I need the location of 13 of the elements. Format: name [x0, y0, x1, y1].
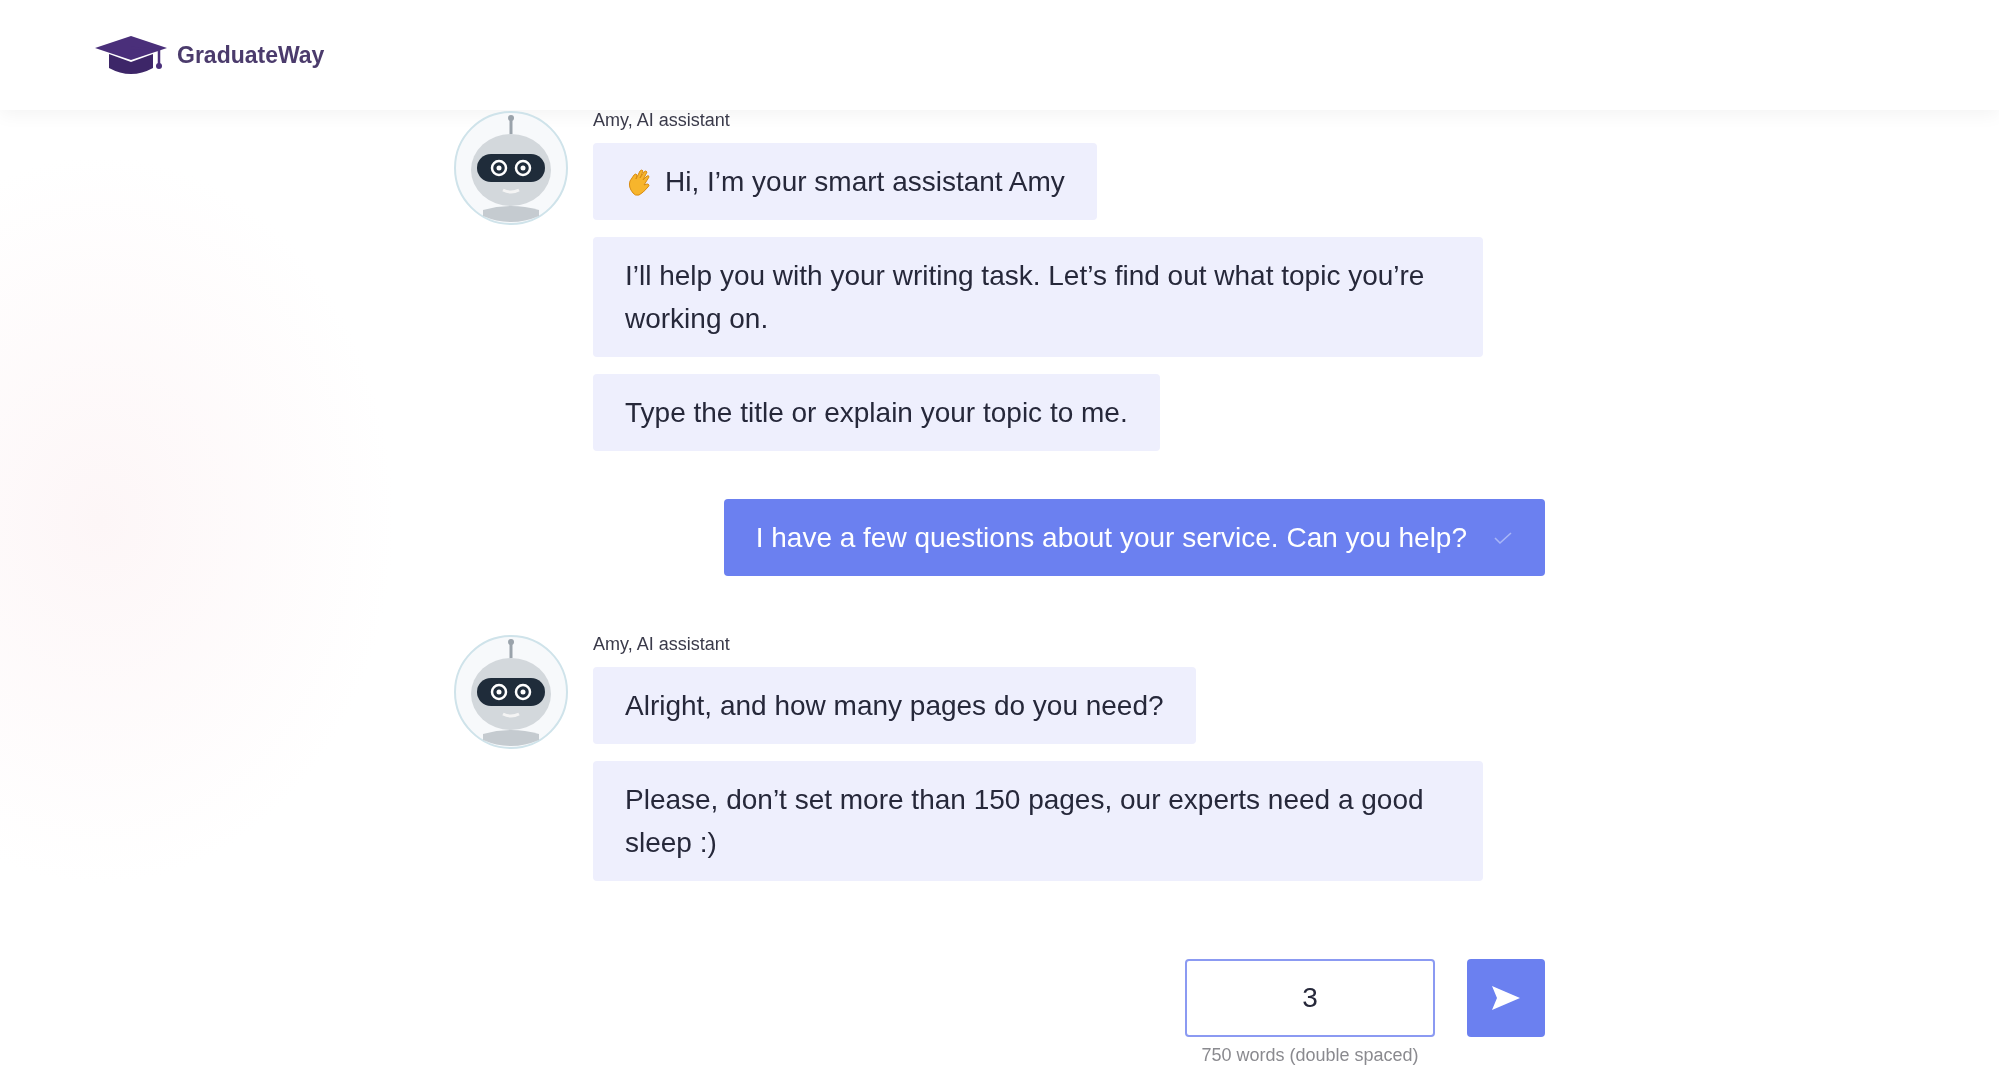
message-text: Type the title or explain your topic to me. — [625, 396, 1128, 430]
pages-input[interactable]: 3 — [1185, 959, 1435, 1037]
send-icon — [1490, 984, 1522, 1012]
send-button[interactable] — [1467, 959, 1545, 1037]
logo-text[interactable]: GraduateWay — [177, 41, 325, 69]
message-text: Hi, I’m your smart assistant Amy — [665, 165, 1065, 199]
field-hint: 750 words (double spaced) — [1201, 1045, 1419, 1066]
sender-name: Amy, AI assistant — [593, 634, 730, 656]
message-text: I’ll help you with your writing task. Let’s find out what topic you’re working on. — [625, 259, 1426, 336]
message-text: Please, don’t set more than 150 pages, our experts need a good sleep :) — [625, 783, 1425, 860]
message-text: Alright, and how many pages do you need? — [625, 689, 1164, 723]
sender-name: Amy, AI assistant — [593, 110, 730, 132]
message-text: I have a few questions about your service. Can you help? — [755, 521, 1467, 555]
